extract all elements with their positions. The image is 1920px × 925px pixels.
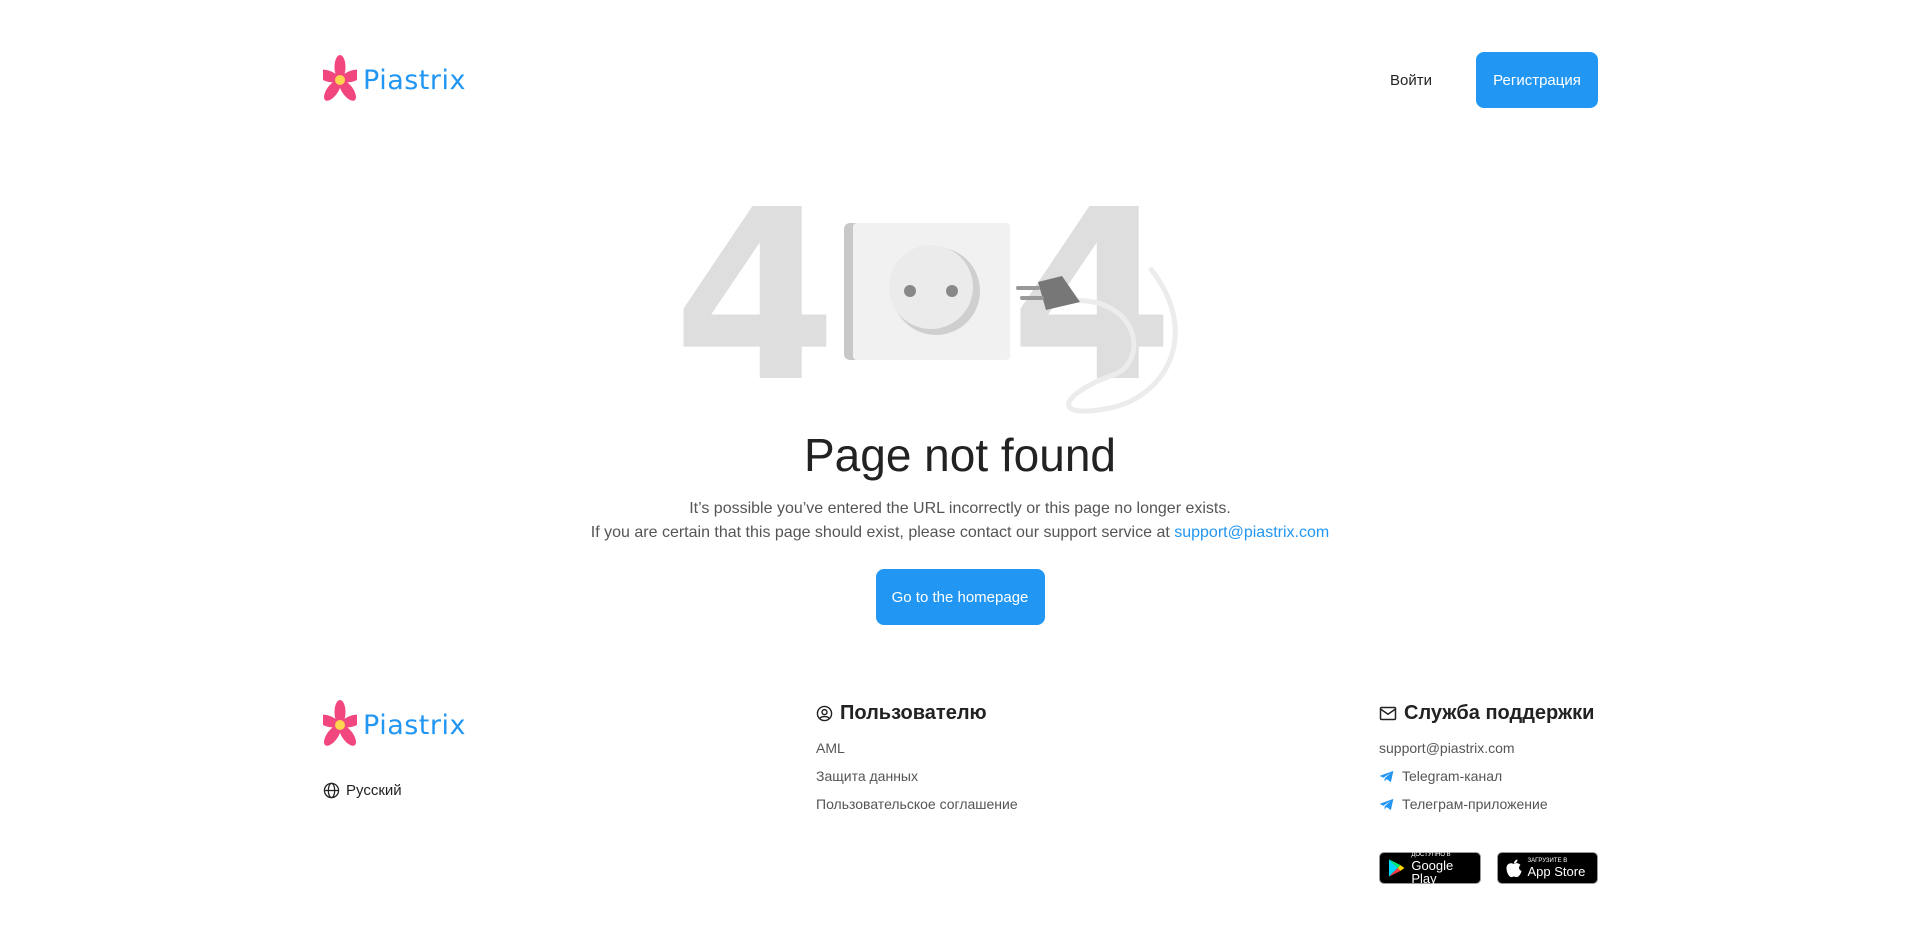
error-description: It’s possible you’ve entered the URL inc… (0, 497, 1920, 545)
user-heading: Пользователю (816, 700, 1379, 726)
support-email-link[interactable]: support@piastrix.com (1174, 524, 1329, 541)
telegram-icon (1379, 798, 1394, 810)
data-protection-link[interactable]: Защита данных (816, 762, 1379, 790)
support-email-footer-link[interactable]: support@piastrix.com (1379, 734, 1598, 762)
site-footer: Piastrix Русский Пользователю AML Защита… (323, 698, 1598, 885)
language-selector[interactable]: Русский (323, 782, 816, 799)
header-nav: Войти Регистрация (1390, 52, 1598, 108)
apple-icon (1505, 859, 1521, 877)
header-logo[interactable]: Piastrix (323, 53, 466, 107)
logo-text: Piastrix (363, 709, 466, 741)
flower-logo-icon (323, 700, 357, 746)
description-line-1: It’s possible you’ve entered the URL inc… (689, 500, 1231, 518)
telegram-channel-link[interactable]: Telegram-канал (1379, 762, 1598, 790)
register-button[interactable]: Регистрация (1476, 52, 1598, 108)
footer-support-column: Служба поддержки support@piastrix.com Te… (1379, 698, 1598, 885)
power-socket-icon (844, 223, 1010, 360)
error-404-illustration: 4 4 (680, 190, 1178, 420)
mail-icon (1379, 706, 1397, 720)
telegram-icon (1379, 770, 1394, 782)
app-store-badges: ДОСТУПНО В Google Play Загрузите в App S… (1379, 852, 1598, 885)
footer-user-column: Пользователю AML Защита данных Пользоват… (816, 698, 1379, 884)
login-link[interactable]: Войти (1390, 72, 1432, 89)
language-label: Русский (346, 782, 402, 799)
description-line-2: If you are certain that this page should… (590, 524, 1175, 542)
support-links: support@piastrix.com Telegram-канал Теле… (1379, 734, 1598, 818)
user-circle-icon (816, 705, 833, 721)
app-store-badge[interactable]: Загрузите в App Store (1496, 852, 1598, 884)
user-agreement-link[interactable]: Пользовательское соглашение (816, 790, 1379, 818)
footer-brand-column: Piastrix Русский (323, 698, 816, 884)
user-links: AML Защита данных Пользовательское согла… (816, 734, 1379, 818)
error-content: 4 4 Page not found It’s possible you’ve … (0, 190, 1920, 626)
aml-link[interactable]: AML (816, 734, 1379, 762)
telegram-app-link[interactable]: Телеграм-приложение (1379, 790, 1598, 818)
homepage-button[interactable]: Go to the homepage (875, 569, 1045, 626)
flower-logo-icon (323, 55, 357, 101)
support-heading: Служба поддержки (1379, 700, 1598, 726)
site-header: Piastrix Войти Регистрация (323, 52, 1598, 108)
google-play-icon (1388, 859, 1405, 877)
page-title: Page not found (803, 429, 1117, 481)
digit-left: 4 (680, 190, 837, 420)
globe-icon (323, 782, 340, 799)
logo-text: Piastrix (363, 64, 466, 96)
google-play-badge[interactable]: ДОСТУПНО В Google Play (1379, 852, 1481, 885)
footer-logo[interactable]: Piastrix (323, 698, 816, 752)
